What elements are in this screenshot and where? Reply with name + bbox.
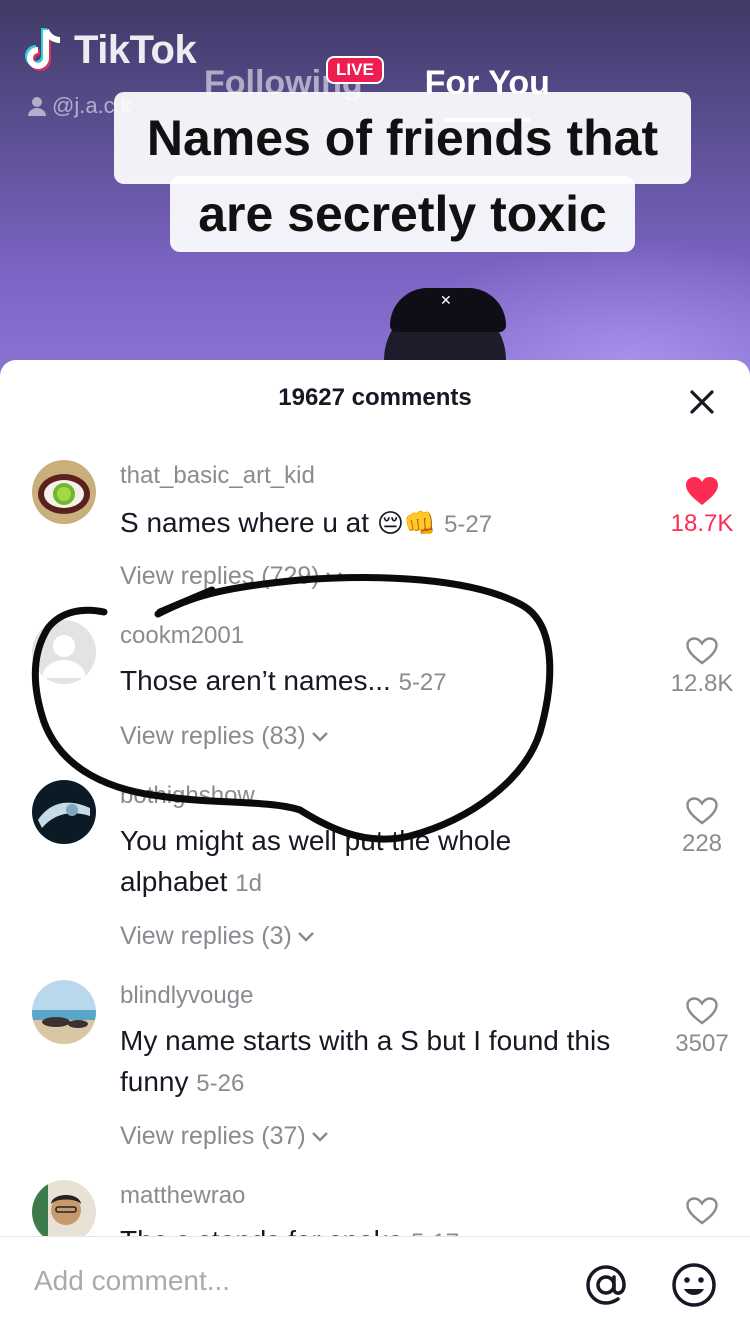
comment-date: 5-27 xyxy=(398,669,447,696)
chevron-down-icon xyxy=(311,1131,328,1142)
view-replies-label: View replies (37) xyxy=(120,1122,306,1150)
video-caption-line-2: are secretly toxic xyxy=(170,176,635,252)
comment-username[interactable]: matthewrao xyxy=(120,1182,245,1210)
comment-input-bar xyxy=(0,1236,750,1334)
avatar-image xyxy=(32,460,96,524)
like-count: 3507 xyxy=(675,1030,729,1057)
comment-text: You might as well put the whole alphabet… xyxy=(120,820,560,904)
comment-body: My name starts with a S but I found this… xyxy=(120,1025,611,1097)
like-button[interactable]: 3507 xyxy=(660,996,744,1058)
avatar-image xyxy=(32,780,96,844)
comment-username[interactable]: that_basic_art_kid xyxy=(120,462,315,490)
avatar[interactable] xyxy=(32,620,96,684)
comments-sheet: 19627 comments that_basic_art_kid S name… xyxy=(0,360,750,1334)
comment-count-title: 19627 comments xyxy=(278,384,472,411)
comment-body: Those aren’t names... xyxy=(120,665,391,696)
close-icon[interactable] xyxy=(688,388,716,416)
like-count: 12.8K xyxy=(670,670,734,697)
at-icon[interactable] xyxy=(582,1261,630,1309)
avatar-image xyxy=(32,980,96,1044)
avatar[interactable] xyxy=(32,460,96,524)
tiktok-note-icon xyxy=(25,28,61,71)
heart-outline-icon xyxy=(686,637,718,665)
view-replies-button[interactable]: View replies (3) xyxy=(120,922,316,951)
like-button[interactable]: 228 xyxy=(660,796,744,858)
comment-body: S names where u at xyxy=(120,507,370,538)
avatar[interactable] xyxy=(32,1180,96,1244)
default-avatar-icon xyxy=(32,620,96,684)
tiktok-logo: TikTok xyxy=(22,26,197,74)
comment-text: Those aren’t names... 5-27 xyxy=(120,660,650,703)
view-replies-label: View replies (83) xyxy=(120,722,306,750)
video-caption-line-1: Names of friends that xyxy=(114,92,691,184)
video-background[interactable]: ✕ TikTok @j.a.c.k Following For You LIVE… xyxy=(0,0,750,380)
avatar[interactable] xyxy=(32,980,96,1044)
heart-filled-icon xyxy=(686,477,718,505)
comment-emoji: 😔👊 xyxy=(376,508,437,538)
comment-date: 5-27 xyxy=(444,511,493,538)
add-comment-input[interactable] xyxy=(34,1265,554,1297)
view-replies-button[interactable]: View replies (83) xyxy=(120,722,330,751)
emoji-icon[interactable] xyxy=(670,1261,718,1309)
avatar[interactable] xyxy=(32,780,96,844)
heart-outline-icon xyxy=(686,997,718,1025)
comment-date: 1d xyxy=(235,870,262,897)
like-count: 18.7K xyxy=(670,510,734,537)
view-replies-button[interactable]: View replies (37) xyxy=(120,1122,330,1151)
view-replies-label: View replies (729) xyxy=(120,562,320,590)
live-badge[interactable]: LIVE xyxy=(326,56,384,84)
comment-username[interactable]: blindlyvouge xyxy=(120,982,253,1010)
like-count: 228 xyxy=(681,830,723,857)
chevron-down-icon xyxy=(297,931,314,942)
view-replies-label: View replies (3) xyxy=(120,922,292,950)
comment-text: S names where u at 😔👊 5-27 xyxy=(120,502,650,545)
heart-outline-icon xyxy=(686,797,718,825)
app-name: TikTok xyxy=(74,27,197,72)
chevron-down-icon xyxy=(325,571,342,582)
comment-username[interactable]: cookm2001 xyxy=(120,622,244,650)
comment-body: You might as well put the whole alphabet xyxy=(120,825,512,897)
like-button[interactable]: 12.8K xyxy=(660,636,744,698)
avatar-image xyxy=(32,1180,96,1244)
chevron-down-icon xyxy=(311,731,328,742)
heart-outline-icon xyxy=(686,1197,718,1225)
user-icon xyxy=(28,97,46,116)
comment-date: 5-26 xyxy=(196,1070,245,1097)
view-replies-button[interactable]: View replies (729) xyxy=(120,562,344,591)
cap-logo-icon: ✕ xyxy=(440,292,452,308)
comment-username[interactable]: bothighshow xyxy=(120,782,255,810)
like-button[interactable]: 18.7K xyxy=(660,476,744,538)
comment-text: My name starts with a S but I found this… xyxy=(120,1020,650,1104)
like-button[interactable] xyxy=(660,1196,744,1226)
